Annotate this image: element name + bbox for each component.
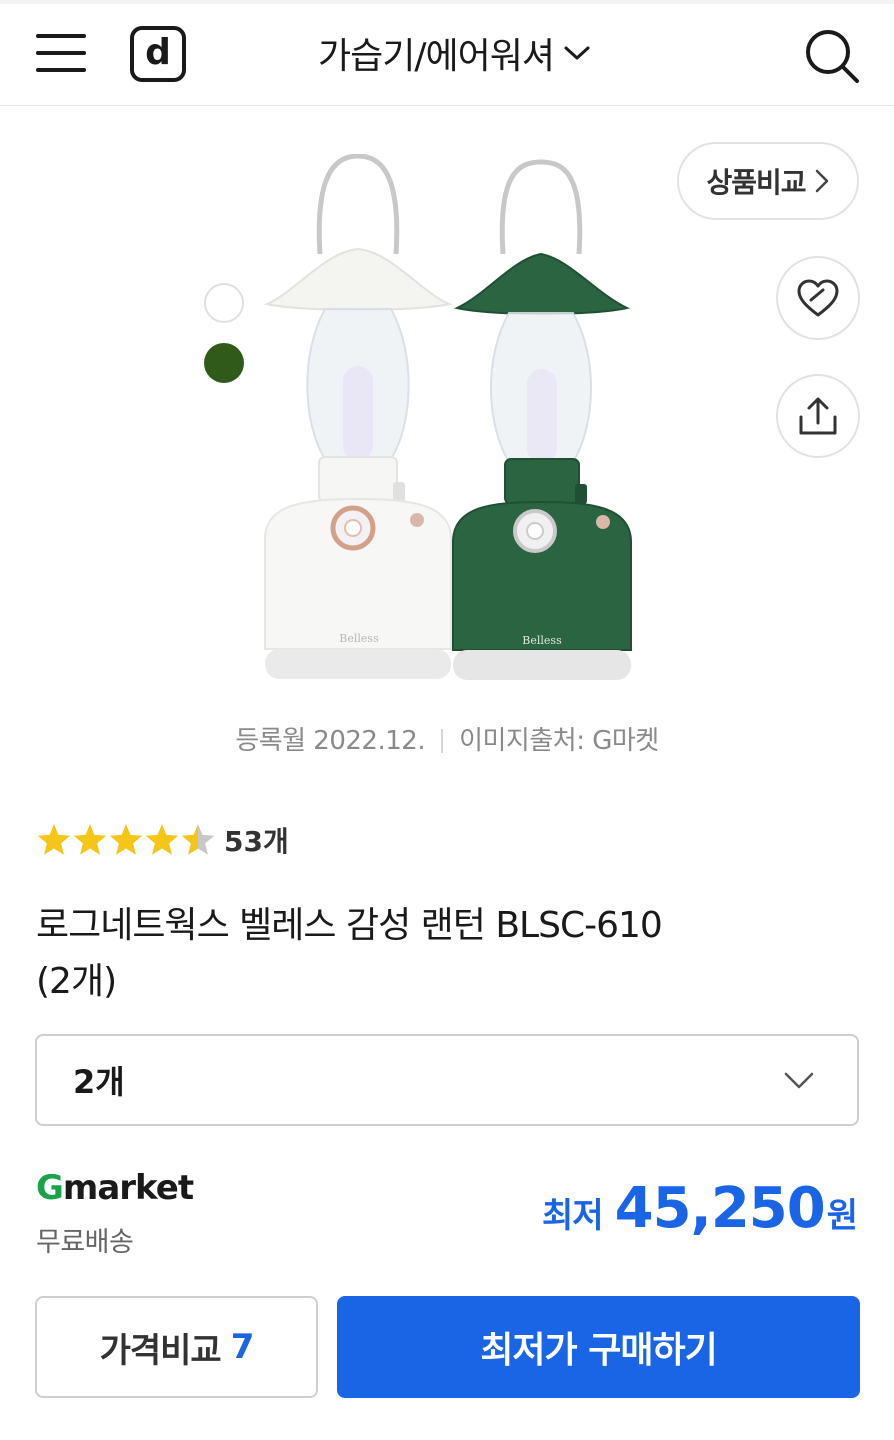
rating[interactable]: 53개 — [36, 820, 289, 860]
buy-lowest-price-button[interactable]: 최저가 구매하기 — [337, 1296, 860, 1398]
price-unit: 원 — [826, 1196, 858, 1236]
meta-divider — [441, 729, 444, 753]
status-divider — [0, 0, 894, 4]
home-logo-button[interactable]: d — [130, 26, 186, 82]
hamburger-menu-icon[interactable] — [36, 34, 86, 74]
price-compare-label: 가격비교 — [99, 1330, 222, 1371]
svg-text:Belless: Belless — [339, 632, 379, 645]
star-icon — [181, 824, 215, 855]
search-icon[interactable] — [804, 28, 860, 84]
price-compare-count: 7 — [230, 1327, 255, 1367]
chevron-down-icon — [564, 46, 590, 60]
product-title: 로그네트웍스 벨레스 감성 랜턴 BLSC-610 (2개) — [36, 898, 736, 1010]
green-lantern-image: Belless — [452, 159, 632, 680]
svg-text:Belless: Belless — [522, 634, 562, 647]
lowest-price: 최저 45,250 원 — [542, 1176, 858, 1241]
chevron-down-icon — [784, 1072, 814, 1089]
heart-icon — [797, 279, 839, 317]
star-icon — [37, 824, 71, 855]
price-label: 최저 — [542, 1196, 604, 1236]
registered-date: 등록월 2022.12. — [235, 726, 426, 756]
star-icon — [73, 824, 107, 855]
category-label: 가습기/에어워셔 — [318, 36, 555, 77]
product-title-line2: (2개) — [36, 961, 117, 1002]
top-header: d 가습기/에어워셔 — [0, 0, 894, 106]
chevron-right-icon — [815, 169, 828, 193]
review-count: 53개 — [224, 825, 289, 858]
star-rating — [36, 822, 216, 858]
image-source: 이미지출처: G마켓 — [459, 726, 659, 756]
category-dropdown[interactable]: 가습기/에어워셔 — [318, 28, 592, 78]
product-image[interactable]: Belless Belless — [255, 154, 665, 694]
wishlist-button[interactable] — [776, 256, 860, 340]
seller-logo: Gmarket — [36, 1168, 194, 1208]
product-image-area: Belless Belless 상품비교 등록월 2022.12. 이미지출처:… — [0, 106, 894, 766]
share-icon — [799, 397, 837, 435]
price-amount: 45,250 — [614, 1176, 826, 1241]
product-compare-button[interactable]: 상품비교 — [677, 142, 859, 220]
price-compare-button[interactable]: 가격비교 7 — [35, 1296, 318, 1398]
white-lantern-image: Belless — [263, 154, 453, 679]
color-swatch-white[interactable] — [204, 283, 244, 323]
product-compare-label: 상품비교 — [706, 166, 806, 199]
option-selected-value: 2개 — [73, 1063, 125, 1101]
quantity-option-select[interactable]: 2개 — [35, 1034, 859, 1126]
image-meta: 등록월 2022.12. 이미지출처: G마켓 — [0, 720, 894, 757]
star-icon — [145, 824, 179, 855]
star-icon — [109, 824, 143, 855]
share-button[interactable] — [776, 374, 860, 458]
color-swatch-green[interactable] — [204, 343, 244, 383]
product-title-line1: 로그네트웍스 벨레스 감성 랜턴 BLSC-610 — [36, 905, 663, 946]
shipping-info: 무료배송 — [36, 1227, 134, 1258]
